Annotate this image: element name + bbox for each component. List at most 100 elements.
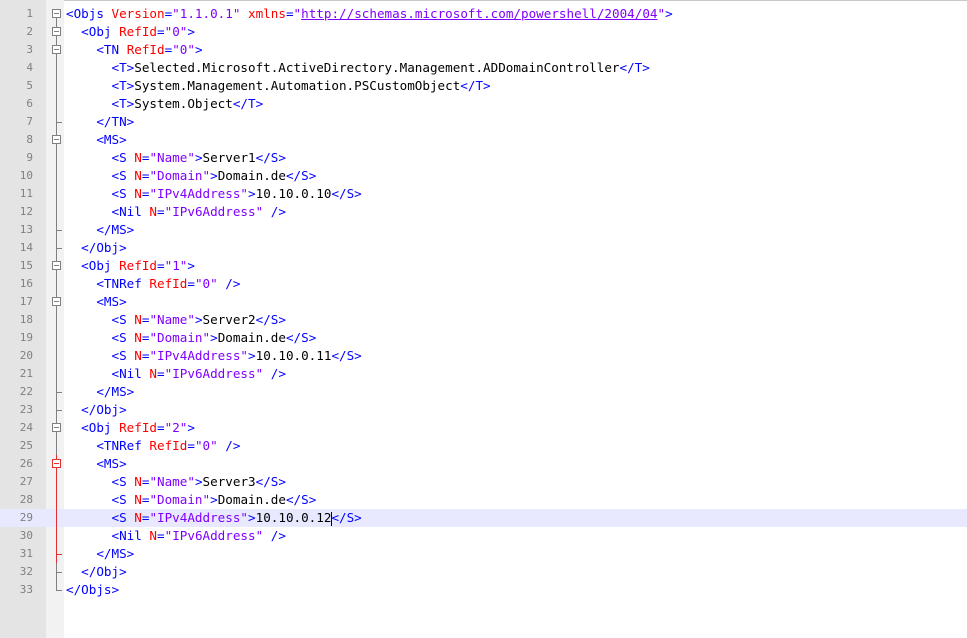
- line-number: 8: [26, 133, 33, 146]
- code-line[interactable]: 18 <S N="Name">Server2</S>: [0, 311, 967, 329]
- code-text[interactable]: <S N="Domain">Domain.de</S>: [66, 167, 317, 185]
- xml-tag: <TNRef: [96, 438, 150, 453]
- code-text[interactable]: <Nil N="IPv6Address" />: [66, 203, 286, 221]
- code-line[interactable]: 6 <T>System.Object</T>: [0, 95, 967, 113]
- code-text[interactable]: <Nil N="IPv6Address" />: [66, 365, 286, 383]
- code-line[interactable]: 30 <Nil N="IPv6Address" />: [0, 527, 967, 545]
- line-number: 31: [19, 547, 33, 560]
- code-text[interactable]: <S N="Domain">Domain.de</S>: [66, 491, 317, 509]
- code-text[interactable]: <MS>: [66, 293, 126, 311]
- code-text[interactable]: <S N="Name">Server2</S>: [66, 311, 286, 329]
- xml-tag: </MS>: [96, 384, 135, 399]
- code-text[interactable]: <Obj RefId="0">: [66, 23, 195, 41]
- code-line[interactable]: 33 </Objs>: [0, 581, 967, 599]
- code-line[interactable]: 20 <S N="IPv4Address">10.10.0.11</S>: [0, 347, 967, 365]
- code-line[interactable]: 12 <Nil N="IPv6Address" />: [0, 203, 967, 221]
- code-line[interactable]: 4 <T>Selected.Microsoft.ActiveDirectory.…: [0, 59, 967, 77]
- code-text[interactable]: </Objs>: [66, 581, 119, 599]
- code-text[interactable]: <Obj RefId="1">: [66, 257, 195, 275]
- code-text[interactable]: <S N="IPv4Address">10.10.0.11</S>: [66, 347, 362, 365]
- code-line[interactable]: 1 <Objs Version="1.1.0.1" xmlns="http://s…: [0, 5, 967, 23]
- code-text[interactable]: <Nil N="IPv6Address" />: [66, 527, 286, 545]
- code-line[interactable]: 21 <Nil N="IPv6Address" />: [0, 365, 967, 383]
- code-text[interactable]: <T>System.Management.Automation.PSCustom…: [66, 77, 491, 95]
- code-text[interactable]: <T>System.Object</T>: [66, 95, 264, 113]
- code-text[interactable]: <S N="Name">Server1</S>: [66, 149, 286, 167]
- code-text[interactable]: <TN RefId="0">: [66, 41, 202, 59]
- xml-tag: >: [194, 150, 203, 165]
- code-text[interactable]: </MS>: [66, 383, 134, 401]
- code-line[interactable]: 13 </MS>: [0, 221, 967, 239]
- xml-text: Domain.de: [217, 492, 286, 507]
- code-line[interactable]: 7 </TN>: [0, 113, 967, 131]
- code-line[interactable]: 9 <S N="Name">Server1</S>: [0, 149, 967, 167]
- code-line[interactable]: 5 <T>System.Management.Automation.PSCust…: [0, 77, 967, 95]
- code-line[interactable]: 24 <Obj RefId="2">: [0, 419, 967, 437]
- xml-url[interactable]: http://schemas.microsoft.com/powershell/…: [301, 6, 657, 21]
- code-text[interactable]: <MS>: [66, 131, 126, 149]
- fold-line-icon: [51, 329, 63, 347]
- fold-collapse-icon[interactable]: [51, 131, 63, 149]
- code-line[interactable]: 22 </MS>: [0, 383, 967, 401]
- code-text[interactable]: </Obj>: [66, 563, 127, 581]
- fold-line-icon: [51, 77, 63, 95]
- xml-tag: <T>: [111, 96, 135, 111]
- code-line[interactable]: 14 </Obj>: [0, 239, 967, 257]
- code-line[interactable]: 11 <S N="IPv4Address">10.10.0.10</S>: [0, 185, 967, 203]
- code-line[interactable]: 3 <TN RefId="0">: [0, 41, 967, 59]
- code-line[interactable]: 19 <S N="Domain">Domain.de</S>: [0, 329, 967, 347]
- xml-tag: </T>: [232, 96, 264, 111]
- code-line[interactable]: 32 </Obj>: [0, 563, 967, 581]
- code-text[interactable]: <Objs Version="1.1.0.1" xmlns="http://sc…: [66, 5, 673, 23]
- code-text[interactable]: </MS>: [66, 545, 134, 563]
- xml-tag: <S: [111, 510, 135, 525]
- code-line[interactable]: 25 <TNRef RefId="0" />: [0, 437, 967, 455]
- xml-tag: <S: [111, 186, 135, 201]
- code-lines[interactable]: 1 <Objs Version="1.1.0.1" xmlns="http://s…: [0, 5, 967, 599]
- code-editor[interactable]: 1 <Objs Version="1.1.0.1" xmlns="http://s…: [0, 0, 967, 638]
- code-text[interactable]: </MS>: [66, 221, 134, 239]
- code-line-current[interactable]: 29 <S N="IPv4Address">10.10.0.12</S>: [0, 509, 967, 527]
- code-text[interactable]: <S N="Domain">Domain.de</S>: [66, 329, 317, 347]
- code-line[interactable]: 17 <MS>: [0, 293, 967, 311]
- code-line[interactable]: 27 <S N="Name">Server3</S>: [0, 473, 967, 491]
- code-line[interactable]: 23 </Obj>: [0, 401, 967, 419]
- code-line[interactable]: 16 <TNRef RefId="0" />: [0, 275, 967, 293]
- code-text[interactable]: <S N="Name">Server3</S>: [66, 473, 286, 491]
- code-text[interactable]: <TNRef RefId="0" />: [66, 275, 240, 293]
- fold-collapse-icon[interactable]: [51, 23, 63, 41]
- code-line[interactable]: 2 <Obj RefId="0">: [0, 23, 967, 41]
- code-text[interactable]: <Obj RefId="2">: [66, 419, 195, 437]
- code-line[interactable]: 28 <S N="Domain">Domain.de</S>: [0, 491, 967, 509]
- code-line[interactable]: 10 <S N="Domain">Domain.de</S>: [0, 167, 967, 185]
- fold-end-icon: [51, 221, 63, 239]
- line-number: 30: [19, 529, 33, 542]
- line-number: 9: [26, 151, 33, 164]
- code-text[interactable]: </TN>: [66, 113, 134, 131]
- code-text[interactable]: <S N="IPv4Address">10.10.0.12</S>: [66, 509, 362, 527]
- fold-line-icon: [51, 365, 63, 383]
- code-text[interactable]: <T>Selected.Microsoft.ActiveDirectory.Ma…: [66, 59, 650, 77]
- xml-attribute: N: [134, 312, 142, 327]
- fold-collapse-icon[interactable]: [51, 5, 63, 23]
- fold-collapse-icon[interactable]: [51, 293, 63, 311]
- xml-tag: </Obj>: [81, 564, 127, 579]
- fold-collapse-icon[interactable]: [51, 41, 63, 59]
- code-text[interactable]: <TNRef RefId="0" />: [66, 437, 240, 455]
- code-text[interactable]: <S N="IPv4Address">10.10.0.10</S>: [66, 185, 362, 203]
- code-line[interactable]: 31 </MS>: [0, 545, 967, 563]
- fold-collapse-icon[interactable]: [51, 257, 63, 275]
- fold-collapse-icon[interactable]: [51, 455, 63, 473]
- code-text[interactable]: </Obj>: [66, 239, 127, 257]
- fold-collapse-icon[interactable]: [51, 419, 63, 437]
- code-line[interactable]: 26 <MS>: [0, 455, 967, 473]
- code-line[interactable]: 8 <MS>: [0, 131, 967, 149]
- code-text[interactable]: <MS>: [66, 455, 126, 473]
- code-text[interactable]: </Obj>: [66, 401, 127, 419]
- code-line[interactable]: 15 <Obj RefId="1">: [0, 257, 967, 275]
- xml-tag: </MS>: [96, 222, 135, 237]
